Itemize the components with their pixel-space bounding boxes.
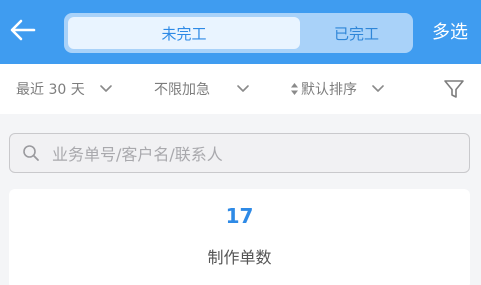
chevron-down-icon [371, 84, 385, 94]
funnel-icon[interactable] [443, 78, 465, 100]
search-icon [22, 144, 40, 162]
urgency-filter[interactable]: 不限加急 [154, 77, 250, 101]
urgency-label: 不限加急 [154, 82, 210, 98]
stat-value: 17 [225, 204, 254, 228]
back-button[interactable] [8, 17, 38, 47]
stat-label: 制作单数 [207, 248, 272, 267]
chevron-down-icon [236, 84, 250, 94]
sort-label: 默认排序 [301, 82, 357, 98]
arrow-left-icon [10, 19, 36, 45]
chevron-down-icon [99, 84, 113, 94]
sort-filter[interactable]: 默认排序 [290, 77, 385, 101]
multi-select-button[interactable]: 多选 [424, 18, 476, 48]
tab-unfinished[interactable]: 未完工 [68, 17, 300, 49]
date-range-filter[interactable]: 最近 30 天 [16, 77, 113, 101]
filter-bar: 最近 30 天 不限加急 默认排序 [0, 64, 481, 114]
tab-finished[interactable]: 已完工 [304, 17, 409, 49]
search-input[interactable]: 业务单号/客户名/联系人 [9, 133, 470, 173]
sort-icon [290, 82, 299, 96]
date-range-label: 最近 30 天 [16, 82, 85, 98]
stat-card[interactable]: 17 制作单数 [9, 189, 470, 285]
search-placeholder: 业务单号/客户名/联系人 [52, 145, 223, 164]
top-bar: 未完工 已完工 多选 [0, 0, 481, 64]
status-tabs: 未完工 已完工 [64, 13, 413, 53]
